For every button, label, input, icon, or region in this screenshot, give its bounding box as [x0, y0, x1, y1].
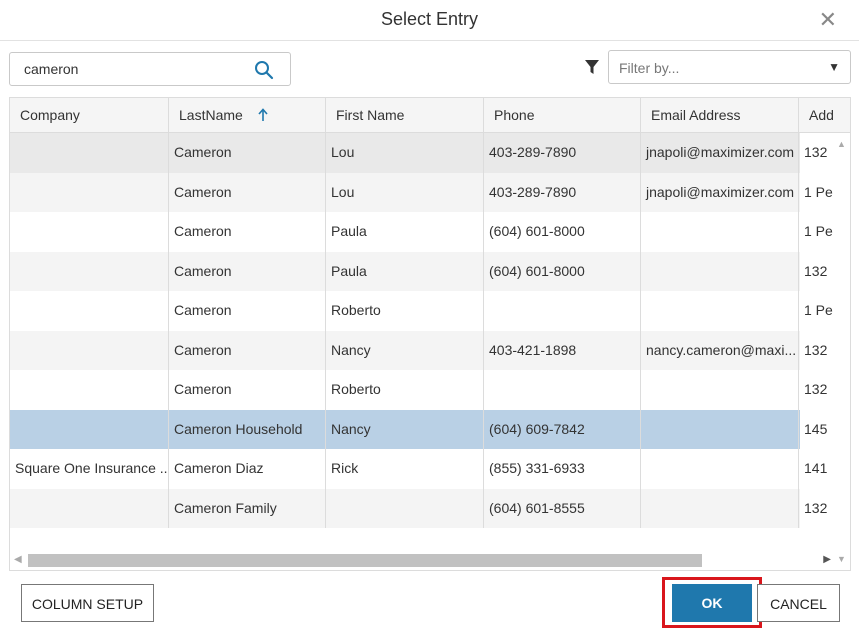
column-header-lastname-label: LastName	[179, 107, 243, 123]
cell-firstname: Roberto	[326, 370, 484, 410]
search-box[interactable]	[9, 52, 291, 86]
cell-lastname: Cameron Household	[169, 409, 326, 449]
column-header-company[interactable]: Company	[10, 98, 169, 133]
table-row[interactable]: Cameron Lou 403-289-7890 jnapoli@maximizer.…	[10, 133, 827, 173]
filter-placeholder: Filter by...	[619, 60, 680, 76]
cell-company	[10, 172, 169, 212]
cell-lastname: Cameron	[169, 251, 326, 291]
horizontal-scrollbar-thumb[interactable]	[28, 554, 702, 567]
cell-email: jnapoli@maximizer.com	[641, 133, 799, 173]
cell-phone: 403-421-1898	[484, 330, 641, 370]
cell-firstname: Roberto	[326, 291, 484, 331]
dialog-titlebar: Select Entry ✕	[0, 0, 859, 41]
table-row[interactable]: Cameron Paula (604) 601-8000 1 Pe	[10, 212, 833, 252]
cell-company: Square One Insurance ...	[10, 449, 169, 489]
table-row[interactable]: Cameron Paula (604) 601-8000 132	[10, 251, 827, 291]
cell-company	[10, 488, 169, 528]
cell-firstname: Paula	[326, 212, 484, 252]
cancel-button[interactable]: CANCEL	[757, 584, 840, 622]
column-header-lastname[interactable]: LastName	[169, 98, 326, 133]
table-row[interactable]: Cameron Roberto 1 Pe	[10, 291, 833, 331]
column-setup-button[interactable]: COLUMN SETUP	[21, 584, 154, 622]
table-row[interactable]: Cameron Family (604) 601-8555 132	[10, 488, 827, 528]
cell-lastname: Cameron	[169, 370, 326, 410]
cell-lastname: Cameron	[169, 212, 326, 252]
table-row[interactable]: Cameron Nancy 403-421-1898 nancy.cameron@ma…	[10, 330, 827, 370]
cell-lastname: Cameron Diaz	[169, 449, 326, 489]
cell-lastname: Cameron	[169, 330, 326, 370]
cell-email: jnapoli@maximizer.com	[641, 172, 799, 212]
sort-ascending-icon	[258, 108, 268, 121]
cell-email: nancy.cameron@maxi...	[641, 330, 799, 370]
cell-lastname: Cameron	[169, 133, 326, 173]
cell-firstname: Nancy	[326, 330, 484, 370]
cell-lastname: Cameron	[169, 291, 326, 331]
cell-email	[641, 291, 799, 331]
cell-firstname	[326, 488, 484, 528]
cell-phone: 403-289-7890	[484, 133, 641, 173]
cell-firstname: Rick	[326, 449, 484, 489]
cell-company	[10, 370, 169, 410]
close-icon[interactable]: ✕	[819, 9, 837, 31]
cell-phone: (604) 601-8000	[484, 212, 641, 252]
cell-email	[641, 370, 799, 410]
chevron-down-icon: ▼	[828, 60, 840, 74]
horizontal-scrollbar[interactable]: ◀ ▶	[10, 552, 835, 569]
cell-company	[10, 409, 169, 449]
cell-phone: (604) 601-8000	[484, 251, 641, 291]
cell-phone	[484, 291, 641, 331]
cell-company	[10, 291, 169, 331]
cell-firstname: Paula	[326, 251, 484, 291]
cell-company	[10, 251, 169, 291]
column-header-firstname[interactable]: First Name	[326, 98, 484, 133]
scroll-up-icon[interactable]: ▲	[837, 139, 846, 149]
scroll-down-icon[interactable]: ▼	[837, 554, 846, 564]
filter-dropdown[interactable]: Filter by... ▼	[608, 50, 851, 84]
cell-company	[10, 212, 169, 252]
cell-lastname: Cameron	[169, 172, 326, 212]
cell-email	[641, 212, 799, 252]
cell-phone: 403-289-7890	[484, 172, 641, 212]
filter-icon[interactable]	[584, 59, 600, 75]
ok-button[interactable]: OK	[672, 584, 752, 622]
search-icon[interactable]	[254, 60, 274, 80]
cell-phone: (604) 609-7842	[484, 409, 641, 449]
scroll-right-icon[interactable]: ▶	[823, 554, 831, 565]
search-input[interactable]	[10, 53, 245, 85]
cell-lastname: Cameron Family	[169, 488, 326, 528]
cell-phone: (855) 331-6933	[484, 449, 641, 489]
cell-company	[10, 133, 169, 173]
cell-company	[10, 330, 169, 370]
scroll-left-icon[interactable]: ◀	[14, 554, 22, 565]
cell-email	[641, 449, 799, 489]
cell-email	[641, 409, 799, 449]
grid-header: Company LastName First Name Phone Email …	[10, 98, 850, 133]
cell-firstname: Lou	[326, 172, 484, 212]
cell-firstname: Nancy	[326, 409, 484, 449]
table-row[interactable]: Cameron Lou 403-289-7890 jnapoli@maximizer.…	[10, 172, 833, 212]
table-row[interactable]: Cameron Household Nancy (604) 609-7842 145	[10, 409, 827, 449]
column-header-email[interactable]: Email Address	[641, 98, 799, 133]
dialog-title: Select Entry	[380, 9, 479, 29]
column-header-address[interactable]: Add	[799, 98, 850, 133]
cell-phone	[484, 370, 641, 410]
cell-email	[641, 251, 799, 291]
cell-phone: (604) 601-8555	[484, 488, 641, 528]
column-header-phone[interactable]: Phone	[484, 98, 641, 133]
cell-firstname: Lou	[326, 133, 484, 173]
table-row[interactable]: Cameron Roberto 132	[10, 370, 827, 410]
cell-email	[641, 488, 799, 528]
entries-grid: Company LastName First Name Phone Email …	[9, 97, 851, 571]
table-row[interactable]: Square One Insurance ... Cameron Diaz Rick…	[10, 449, 827, 489]
vertical-scrollbar[interactable]: ▲ ▼	[833, 133, 850, 570]
